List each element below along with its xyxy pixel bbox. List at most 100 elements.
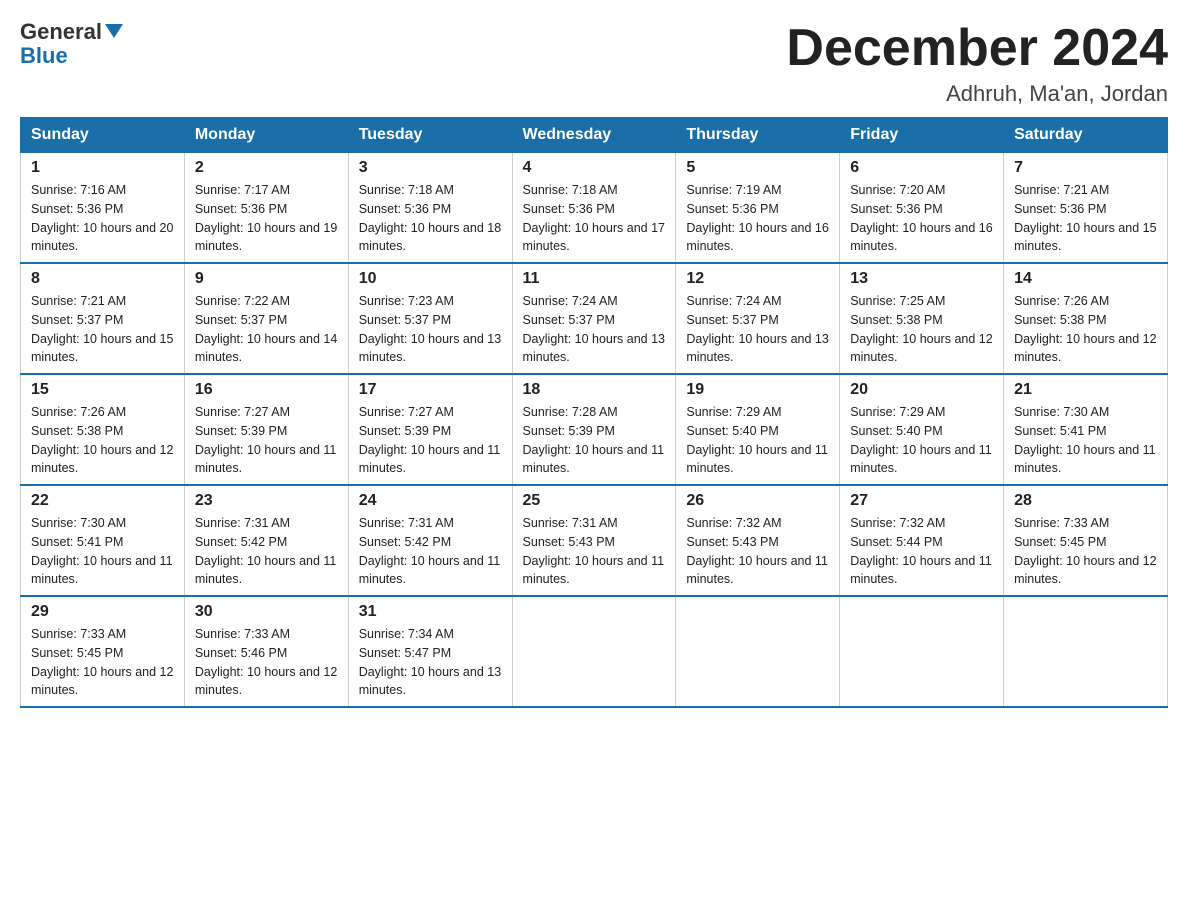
calendar-cell: 9 Sunrise: 7:22 AM Sunset: 5:37 PM Dayli…: [184, 263, 348, 374]
calendar-cell: 14 Sunrise: 7:26 AM Sunset: 5:38 PM Dayl…: [1004, 263, 1168, 374]
day-number: 20: [850, 381, 993, 399]
day-info: Sunrise: 7:29 AM Sunset: 5:40 PM Dayligh…: [686, 403, 829, 478]
calendar-cell: 28 Sunrise: 7:33 AM Sunset: 5:45 PM Dayl…: [1004, 485, 1168, 596]
day-number: 13: [850, 270, 993, 288]
day-info: Sunrise: 7:18 AM Sunset: 5:36 PM Dayligh…: [523, 181, 666, 256]
day-info: Sunrise: 7:31 AM Sunset: 5:43 PM Dayligh…: [523, 514, 666, 589]
location: Adhruh, Ma'an, Jordan: [786, 81, 1168, 107]
day-info: Sunrise: 7:21 AM Sunset: 5:36 PM Dayligh…: [1014, 181, 1157, 256]
day-number: 27: [850, 492, 993, 510]
calendar-cell: 27 Sunrise: 7:32 AM Sunset: 5:44 PM Dayl…: [840, 485, 1004, 596]
day-info: Sunrise: 7:24 AM Sunset: 5:37 PM Dayligh…: [523, 292, 666, 367]
calendar-cell: 6 Sunrise: 7:20 AM Sunset: 5:36 PM Dayli…: [840, 153, 1004, 264]
day-info: Sunrise: 7:34 AM Sunset: 5:47 PM Dayligh…: [359, 625, 502, 700]
day-number: 10: [359, 270, 502, 288]
calendar-cell: [676, 596, 840, 707]
calendar-week-row: 15 Sunrise: 7:26 AM Sunset: 5:38 PM Dayl…: [21, 374, 1168, 485]
day-info: Sunrise: 7:16 AM Sunset: 5:36 PM Dayligh…: [31, 181, 174, 256]
calendar-cell: 26 Sunrise: 7:32 AM Sunset: 5:43 PM Dayl…: [676, 485, 840, 596]
calendar-cell: 24 Sunrise: 7:31 AM Sunset: 5:42 PM Dayl…: [348, 485, 512, 596]
day-number: 23: [195, 492, 338, 510]
calendar-week-row: 8 Sunrise: 7:21 AM Sunset: 5:37 PM Dayli…: [21, 263, 1168, 374]
day-number: 11: [523, 270, 666, 288]
day-info: Sunrise: 7:29 AM Sunset: 5:40 PM Dayligh…: [850, 403, 993, 478]
day-number: 3: [359, 159, 502, 177]
day-info: Sunrise: 7:27 AM Sunset: 5:39 PM Dayligh…: [359, 403, 502, 478]
calendar-week-row: 22 Sunrise: 7:30 AM Sunset: 5:41 PM Dayl…: [21, 485, 1168, 596]
calendar-cell: 18 Sunrise: 7:28 AM Sunset: 5:39 PM Dayl…: [512, 374, 676, 485]
title-area: December 2024 Adhruh, Ma'an, Jordan: [786, 20, 1168, 107]
day-number: 17: [359, 381, 502, 399]
day-info: Sunrise: 7:28 AM Sunset: 5:39 PM Dayligh…: [523, 403, 666, 478]
day-number: 7: [1014, 159, 1157, 177]
calendar-cell: 31 Sunrise: 7:34 AM Sunset: 5:47 PM Dayl…: [348, 596, 512, 707]
logo-text: GeneralBlue: [20, 20, 123, 68]
day-info: Sunrise: 7:17 AM Sunset: 5:36 PM Dayligh…: [195, 181, 338, 256]
day-number: 6: [850, 159, 993, 177]
day-info: Sunrise: 7:30 AM Sunset: 5:41 PM Dayligh…: [31, 514, 174, 589]
calendar-cell: 17 Sunrise: 7:27 AM Sunset: 5:39 PM Dayl…: [348, 374, 512, 485]
day-number: 1: [31, 159, 174, 177]
day-number: 4: [523, 159, 666, 177]
day-number: 15: [31, 381, 174, 399]
calendar-cell: 11 Sunrise: 7:24 AM Sunset: 5:37 PM Dayl…: [512, 263, 676, 374]
day-info: Sunrise: 7:23 AM Sunset: 5:37 PM Dayligh…: [359, 292, 502, 367]
calendar-cell: 21 Sunrise: 7:30 AM Sunset: 5:41 PM Dayl…: [1004, 374, 1168, 485]
calendar-cell: 29 Sunrise: 7:33 AM Sunset: 5:45 PM Dayl…: [21, 596, 185, 707]
calendar-cell: 23 Sunrise: 7:31 AM Sunset: 5:42 PM Dayl…: [184, 485, 348, 596]
day-info: Sunrise: 7:33 AM Sunset: 5:45 PM Dayligh…: [1014, 514, 1157, 589]
day-number: 24: [359, 492, 502, 510]
calendar-cell: 22 Sunrise: 7:30 AM Sunset: 5:41 PM Dayl…: [21, 485, 185, 596]
day-info: Sunrise: 7:22 AM Sunset: 5:37 PM Dayligh…: [195, 292, 338, 367]
day-info: Sunrise: 7:19 AM Sunset: 5:36 PM Dayligh…: [686, 181, 829, 256]
calendar-cell: 12 Sunrise: 7:24 AM Sunset: 5:37 PM Dayl…: [676, 263, 840, 374]
day-number: 5: [686, 159, 829, 177]
day-number: 30: [195, 603, 338, 621]
calendar-table: Sunday Monday Tuesday Wednesday Thursday…: [20, 117, 1168, 708]
logo: GeneralBlue: [20, 20, 123, 68]
logo-triangle-icon: [105, 24, 123, 38]
calendar-cell: 13 Sunrise: 7:25 AM Sunset: 5:38 PM Dayl…: [840, 263, 1004, 374]
day-number: 26: [686, 492, 829, 510]
col-wednesday: Wednesday: [512, 118, 676, 153]
col-sunday: Sunday: [21, 118, 185, 153]
calendar-header-row: Sunday Monday Tuesday Wednesday Thursday…: [21, 118, 1168, 153]
day-info: Sunrise: 7:33 AM Sunset: 5:45 PM Dayligh…: [31, 625, 174, 700]
day-number: 9: [195, 270, 338, 288]
calendar-cell: 20 Sunrise: 7:29 AM Sunset: 5:40 PM Dayl…: [840, 374, 1004, 485]
calendar-cell: 16 Sunrise: 7:27 AM Sunset: 5:39 PM Dayl…: [184, 374, 348, 485]
calendar-cell: 30 Sunrise: 7:33 AM Sunset: 5:46 PM Dayl…: [184, 596, 348, 707]
day-info: Sunrise: 7:27 AM Sunset: 5:39 PM Dayligh…: [195, 403, 338, 478]
day-number: 2: [195, 159, 338, 177]
day-number: 16: [195, 381, 338, 399]
calendar-cell: 8 Sunrise: 7:21 AM Sunset: 5:37 PM Dayli…: [21, 263, 185, 374]
calendar-week-row: 29 Sunrise: 7:33 AM Sunset: 5:45 PM Dayl…: [21, 596, 1168, 707]
day-number: 18: [523, 381, 666, 399]
calendar-cell: 2 Sunrise: 7:17 AM Sunset: 5:36 PM Dayli…: [184, 153, 348, 264]
calendar-cell: 19 Sunrise: 7:29 AM Sunset: 5:40 PM Dayl…: [676, 374, 840, 485]
day-info: Sunrise: 7:31 AM Sunset: 5:42 PM Dayligh…: [359, 514, 502, 589]
day-info: Sunrise: 7:32 AM Sunset: 5:43 PM Dayligh…: [686, 514, 829, 589]
day-number: 14: [1014, 270, 1157, 288]
col-saturday: Saturday: [1004, 118, 1168, 153]
calendar-cell: 1 Sunrise: 7:16 AM Sunset: 5:36 PM Dayli…: [21, 153, 185, 264]
day-info: Sunrise: 7:31 AM Sunset: 5:42 PM Dayligh…: [195, 514, 338, 589]
day-info: Sunrise: 7:26 AM Sunset: 5:38 PM Dayligh…: [1014, 292, 1157, 367]
month-title: December 2024: [786, 20, 1168, 77]
day-number: 19: [686, 381, 829, 399]
col-monday: Monday: [184, 118, 348, 153]
day-info: Sunrise: 7:21 AM Sunset: 5:37 PM Dayligh…: [31, 292, 174, 367]
calendar-cell: 25 Sunrise: 7:31 AM Sunset: 5:43 PM Dayl…: [512, 485, 676, 596]
page-header: GeneralBlue December 2024 Adhruh, Ma'an,…: [20, 20, 1168, 107]
calendar-cell: 4 Sunrise: 7:18 AM Sunset: 5:36 PM Dayli…: [512, 153, 676, 264]
day-number: 12: [686, 270, 829, 288]
day-number: 8: [31, 270, 174, 288]
calendar-cell: 3 Sunrise: 7:18 AM Sunset: 5:36 PM Dayli…: [348, 153, 512, 264]
calendar-week-row: 1 Sunrise: 7:16 AM Sunset: 5:36 PM Dayli…: [21, 153, 1168, 264]
calendar-cell: [1004, 596, 1168, 707]
calendar-cell: 7 Sunrise: 7:21 AM Sunset: 5:36 PM Dayli…: [1004, 153, 1168, 264]
day-number: 21: [1014, 381, 1157, 399]
calendar-cell: [840, 596, 1004, 707]
day-info: Sunrise: 7:26 AM Sunset: 5:38 PM Dayligh…: [31, 403, 174, 478]
day-info: Sunrise: 7:18 AM Sunset: 5:36 PM Dayligh…: [359, 181, 502, 256]
